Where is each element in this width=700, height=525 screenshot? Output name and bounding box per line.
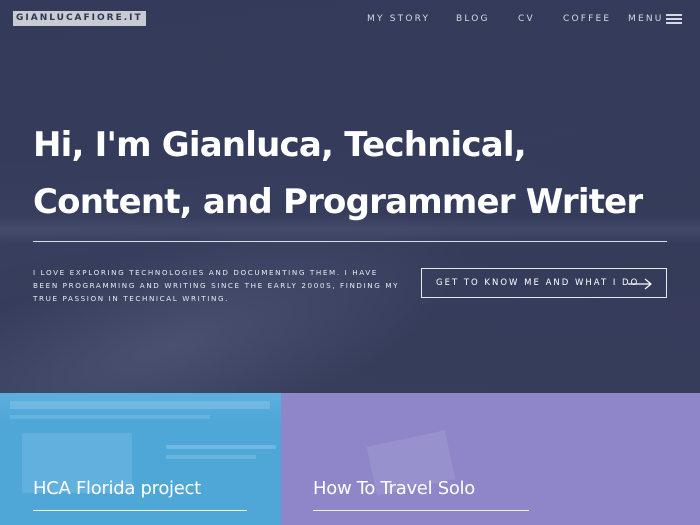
card-divider bbox=[313, 510, 529, 511]
arrow-right-icon bbox=[628, 278, 652, 290]
nav-menu-label[interactable]: MENU bbox=[628, 13, 664, 25]
cta-label: GET TO KNOW ME AND WHAT I DO bbox=[436, 278, 640, 288]
project-card-travel[interactable]: How To Travel Solo bbox=[281, 393, 700, 525]
hamburger-icon[interactable] bbox=[666, 14, 682, 24]
card-thumbnail bbox=[0, 393, 281, 525]
nav-cv[interactable]: CV bbox=[518, 13, 535, 25]
nav-coffee[interactable]: COFFEE bbox=[563, 13, 611, 25]
nav-my-story[interactable]: MY STORY bbox=[367, 13, 430, 25]
nav-blog[interactable]: BLOG bbox=[456, 13, 490, 25]
card-title[interactable]: How To Travel Solo bbox=[313, 477, 475, 501]
card-title[interactable]: HCA Florida project bbox=[33, 477, 201, 501]
hero-divider bbox=[33, 241, 667, 242]
card-divider bbox=[33, 510, 247, 511]
hero-headline: Hi, I'm Gianluca, Technical, Content, an… bbox=[33, 125, 643, 222]
project-card-hca[interactable]: HCA Florida project bbox=[0, 393, 281, 525]
get-to-know-me-button[interactable]: GET TO KNOW ME AND WHAT I DO bbox=[421, 268, 667, 298]
main-nav: MY STORY BLOG CV COFFEE MENU bbox=[0, 13, 700, 25]
hero-intro: I love exploring technologies and docume… bbox=[33, 268, 400, 303]
